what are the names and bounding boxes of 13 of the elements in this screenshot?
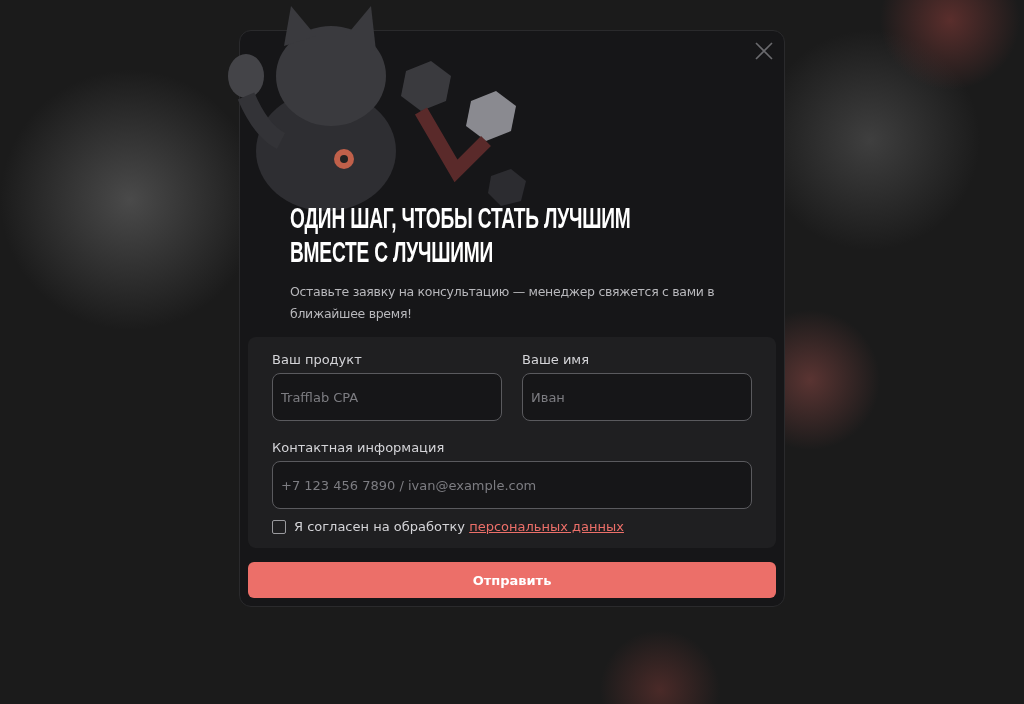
field-label: Ваше имя	[522, 351, 590, 369]
field-label: Ваш продукт	[272, 351, 363, 369]
consent-checkbox[interactable]	[272, 519, 286, 534]
field-label: Контактная информация	[272, 439, 446, 457]
input-field[interactable]: +7 123 456 7890 / ivan@example.com	[272, 461, 752, 509]
dialog-subtitle: Оставьте заявку на консультацию — менеджер свяжется с вами в ближайшее время!	[290, 283, 716, 323]
consent-text: Я согласен на обработку персональных данных	[294, 519, 624, 534]
submit-button[interactable]: Отправить	[248, 562, 776, 598]
dialog-title: ОДИН ШАГ, ЧТОБЫ СТАТЬ ЛУЧШИМ ВМЕСТЕ С ЛУЧШИМИ	[290, 201, 632, 269]
personal-data-link[interactable]: персональных данных	[469, 519, 624, 534]
input-field[interactable]: Trafflab CPA	[272, 373, 502, 421]
close-icon[interactable]	[754, 41, 774, 61]
input-field[interactable]: Иван	[522, 373, 752, 421]
